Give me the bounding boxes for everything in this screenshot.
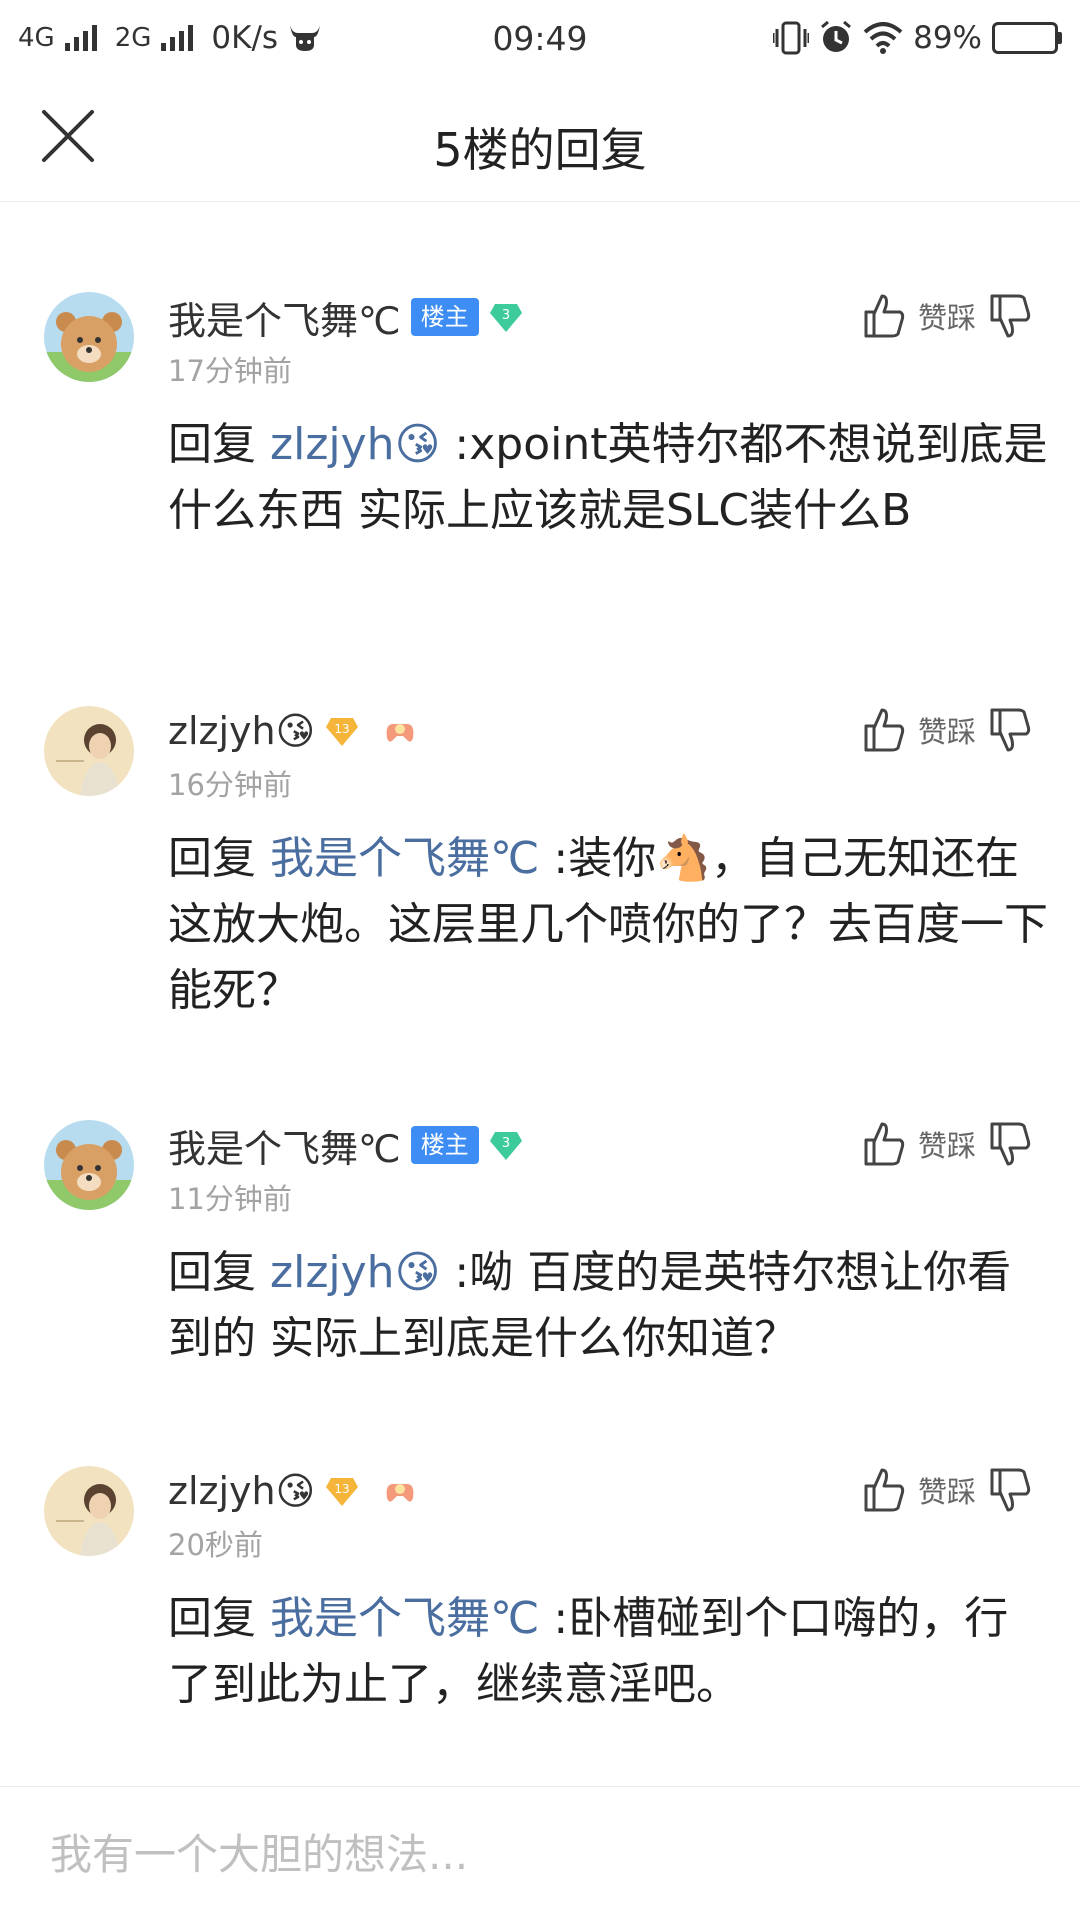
battery-icon [992,22,1062,54]
user-line: zlzjyh😘 13 [168,1466,417,1516]
vote-label: 赞踩 [917,301,976,335]
avatar[interactable] [44,1466,134,1556]
reply-content[interactable]: 回复 zlzjyh😘 :呦 百度的是英特尔想让你看到的 实际上到底是什么你知道？ [168,1240,1048,1372]
user-line: 我是个飞舞℃ 楼主 3 [168,290,523,345]
level-badge: 3 [489,304,522,332]
network-speed: 0K/s [211,20,279,56]
vote-actions: 赞踩 [862,292,1032,340]
bull-icon [290,25,321,51]
reply-prefix: 回复 [168,833,270,884]
avatar[interactable] [44,1120,134,1210]
network-type-1: 4G [18,23,55,53]
reply-prefix: 回复 [168,1593,270,1644]
reply-time: 20秒前 [168,1528,263,1562]
vote-label: 赞踩 [917,1475,976,1509]
vote-actions: 赞踩 [862,1120,1032,1168]
reply-input-bar [0,1786,1080,1920]
owner-badge: 楼主 [410,1126,479,1164]
thumbs-up-icon[interactable] [862,292,906,340]
reply-time: 11分钟前 [168,1182,292,1216]
gamepad-icon [386,724,414,742]
signal-icon-2 [161,25,194,51]
reply-content[interactable]: 回复 我是个飞舞℃ :装你🐴，自己无知还在这放大炮。这层里几个喷你的了？去百度一… [168,826,1048,1024]
reply-time: 17分钟前 [168,354,292,388]
level-number: 3 [502,1136,510,1151]
status-bar: 4G 2G 0K/s 09:49 89% [0,0,1080,76]
owner-badge: 楼主 [410,298,479,336]
vote-actions: 赞踩 [862,1466,1032,1514]
status-right: 89% [773,20,1062,56]
person-avatar-icon [44,706,134,796]
thumbs-up-icon[interactable] [862,706,906,754]
thumbs-down-icon[interactable] [988,1466,1032,1514]
bear-avatar-icon [44,1120,134,1210]
alarm-icon [821,21,852,52]
wifi-icon [863,22,903,54]
reply-content[interactable]: 回复 zlzjyh😘 :xpoint英特尔都不想说到底是什么东西 实际上应该就是… [168,412,1048,544]
reply-prefix: 回复 [168,1247,270,1298]
signal-icon [64,25,97,51]
level-badge: 3 [489,1132,522,1160]
thumbs-down-icon[interactable] [988,292,1032,340]
battery-percent: 89% [913,20,982,56]
username[interactable]: 我是个飞舞℃ [168,1118,401,1173]
header: 5楼的回复 [0,76,1080,202]
mention-link[interactable]: 我是个飞舞℃ [270,1593,539,1644]
vote-label: 赞踩 [917,715,976,749]
gamepad-icon [386,1484,414,1502]
level-badge: 13 [326,1478,359,1506]
level-number: 3 [502,308,510,323]
avatar[interactable] [44,292,134,382]
level-number: 13 [335,722,350,736]
vote-actions: 赞踩 [862,706,1032,754]
page-title: 5楼的回复 [433,123,647,177]
mention-link[interactable]: zlzjyh😘 [270,1247,440,1298]
thumbs-up-icon[interactable] [862,1466,906,1514]
level-number: 13 [335,1482,350,1496]
vote-label: 赞踩 [917,1129,976,1163]
thumbs-down-icon[interactable] [988,706,1032,754]
level-badge: 13 [326,718,359,746]
reply-prefix: 回复 [168,419,270,470]
status-left: 4G 2G 0K/s [18,20,322,56]
mention-link[interactable]: 我是个飞舞℃ [270,833,539,884]
thumbs-up-icon[interactable] [862,1120,906,1168]
user-line: zlzjyh😘 13 [168,706,417,756]
reply-input[interactable] [0,1787,1080,1920]
username[interactable]: zlzjyh😘 [168,709,315,753]
thumbs-down-icon[interactable] [988,1120,1032,1168]
person-avatar-icon [44,1466,134,1556]
bear-avatar-icon [44,292,134,382]
mention-link[interactable]: zlzjyh😘 [270,419,440,470]
username[interactable]: zlzjyh😘 [168,1469,315,1513]
reply-time: 16分钟前 [168,768,292,802]
network-type-2: 2G [114,23,152,53]
username[interactable]: 我是个飞舞℃ [168,290,401,345]
vibrate-icon [773,21,810,55]
user-line: 我是个飞舞℃ 楼主 3 [168,1118,523,1173]
avatar[interactable] [44,706,134,796]
reply-content[interactable]: 回复 我是个飞舞℃ :卧槽碰到个口嗨的，行了到此为止了，继续意淫吧。 [168,1586,1048,1718]
